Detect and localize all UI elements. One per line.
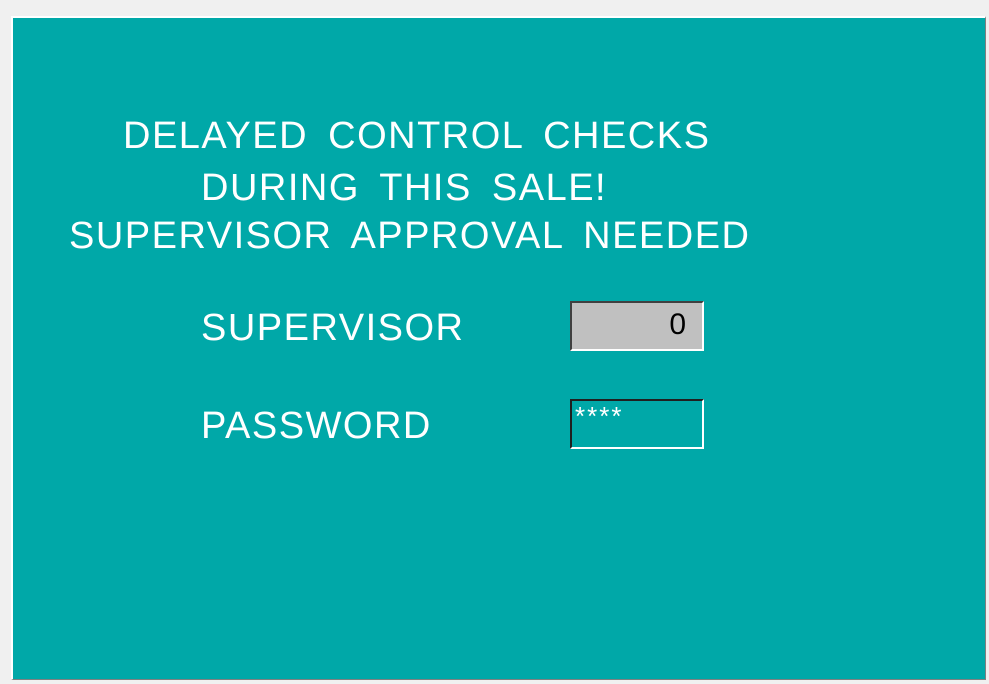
message-line-1: DELAYED CONTROL CHECKS bbox=[123, 115, 711, 157]
password-input[interactable]: **** bbox=[570, 399, 704, 449]
message-line-3: SUPERVISOR APPROVAL NEEDED bbox=[69, 215, 751, 257]
approval-panel: DELAYED CONTROL CHECKS DURING THIS SALE!… bbox=[11, 16, 986, 680]
supervisor-label: SUPERVISOR bbox=[201, 307, 465, 349]
approval-window: DELAYED CONTROL CHECKS DURING THIS SALE!… bbox=[0, 0, 989, 684]
supervisor-input[interactable]: 0 bbox=[570, 301, 704, 351]
password-label: PASSWORD bbox=[201, 405, 432, 447]
message-line-2: DURING THIS SALE! bbox=[201, 167, 608, 209]
